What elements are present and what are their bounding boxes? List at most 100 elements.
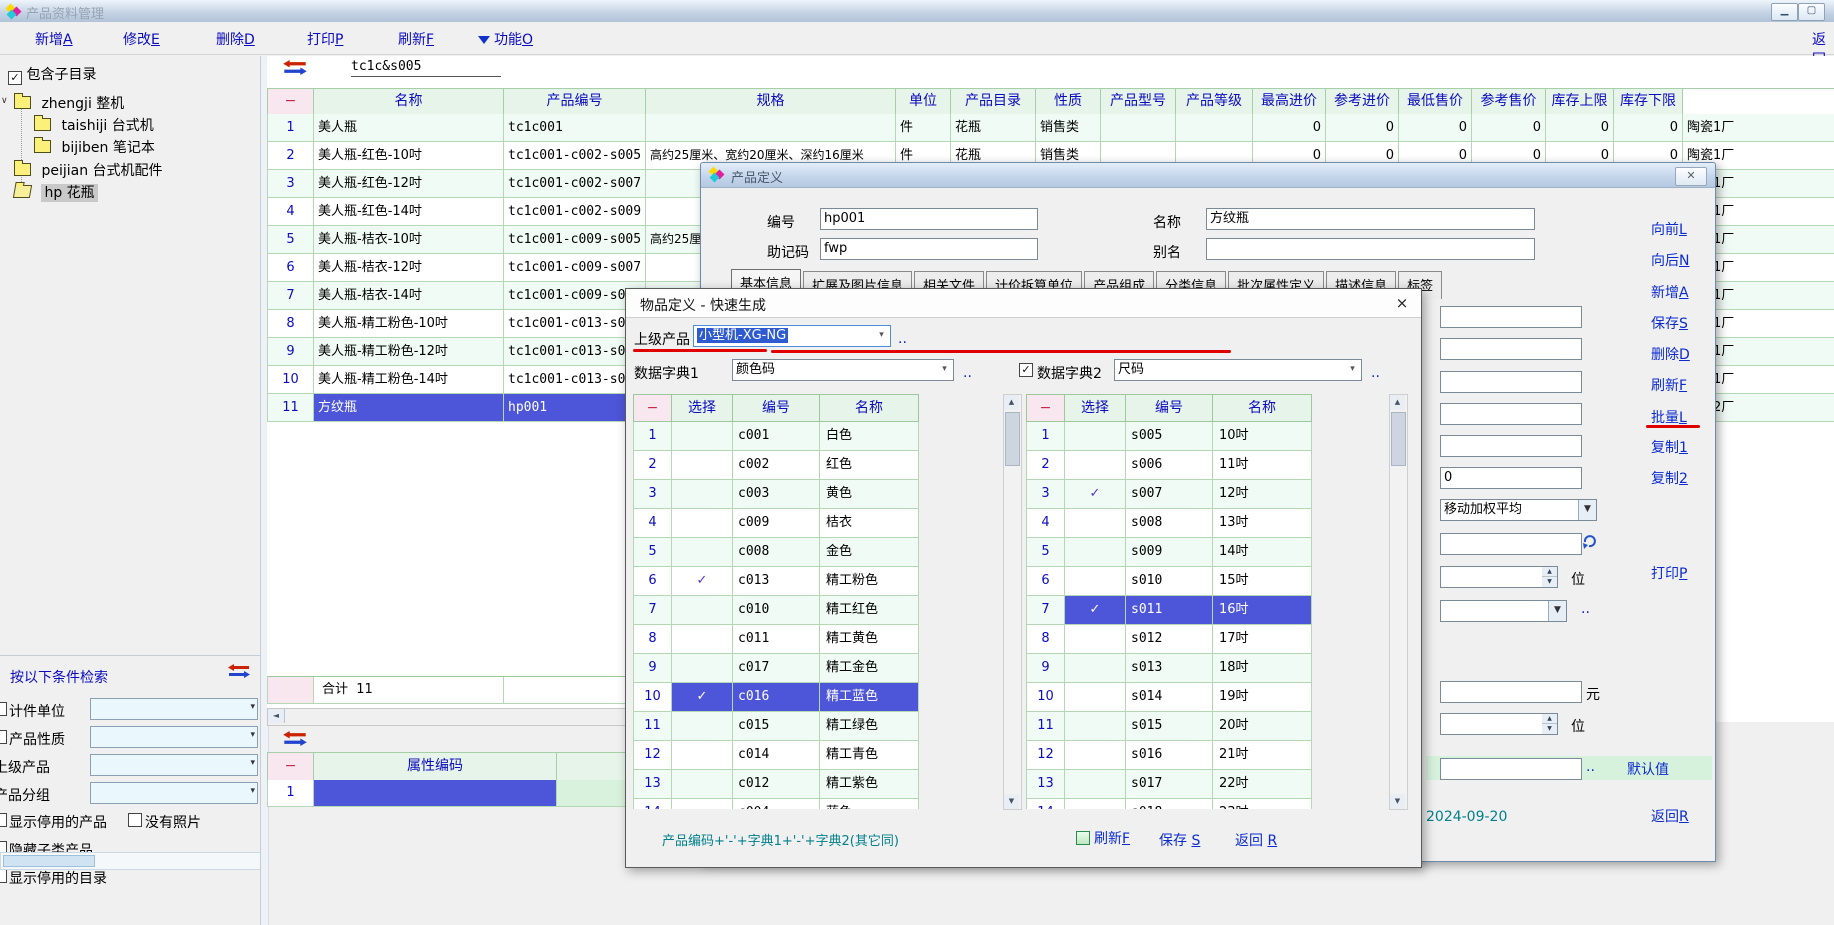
scroll-left-button[interactable]: ◄ [268,709,285,723]
name-input[interactable]: 方纹瓶 [1206,208,1535,230]
more-link[interactable]: .. [1586,759,1595,775]
select-checkbox-cell[interactable] [1065,451,1126,480]
column-header[interactable]: 单位 [896,89,951,115]
copy1-button[interactable]: 复制1 [1651,437,1688,457]
scroll-thumb[interactable] [3,855,95,867]
select-checkbox-cell[interactable] [672,741,733,770]
dict1-select[interactable]: 颜色码 ▾ [732,359,954,381]
select-checkbox-cell[interactable] [1065,538,1126,567]
search-swap-icon[interactable] [283,60,307,75]
select-checkbox-cell[interactable] [1065,567,1126,596]
code-input[interactable]: hp001 [820,208,1038,230]
dict2-more-link[interactable]: .. [1371,365,1380,381]
dialog-input[interactable] [1440,403,1582,425]
default-value-link[interactable]: 默认值 [1627,759,1669,779]
copy2-button[interactable]: 复制2 [1651,468,1688,488]
field-checkbox[interactable] [0,702,7,716]
tree-item-taishiji[interactable]: taishiji 台式机 [34,115,154,135]
popup-refresh-button[interactable]: 刷新F [1076,828,1130,848]
column-header[interactable]: 最高进价 [1253,89,1326,115]
include-subdirs-checkbox[interactable]: ✓ [8,71,22,85]
scroll-down-button[interactable]: ▼ [1390,794,1405,809]
dict2-checkbox[interactable]: ✓ [1019,363,1033,377]
column-header[interactable] [1683,89,1776,114]
select-checkbox-cell[interactable] [1065,625,1126,654]
select-checkbox-cell[interactable] [672,451,733,480]
dialog-select[interactable]: ▼ [1440,600,1567,622]
select-checkbox-cell[interactable] [672,625,733,654]
refresh-button[interactable]: 刷新F [1651,375,1687,395]
rotate-icon[interactable] [1582,534,1597,553]
expander-icon[interactable]: ∨ [1,96,8,106]
grid-column-header[interactable]: 编号 [733,395,820,422]
mnemonic-input[interactable]: fwp [820,238,1038,260]
select-checkbox-cell[interactable] [1065,770,1126,799]
select-checkbox-cell[interactable] [1065,799,1126,809]
column-header[interactable]: − [268,89,314,115]
parent-more-link[interactable]: .. [898,331,907,347]
dict2-select[interactable]: 尺码 ▾ [1114,359,1362,381]
dialog-input[interactable] [1440,533,1582,555]
spinner-control[interactable]: ▲▼ [1542,713,1558,735]
toolbar-item-edit[interactable]: 修改E [123,29,160,49]
size-grid-scrollbar[interactable]: ▲ ▼ [1389,394,1408,810]
select-checkbox-cell[interactable] [1065,683,1126,712]
select-checkbox-cell[interactable]: ✓ [1065,480,1126,509]
tree-item-hp[interactable]: hp 花瓶 [14,182,98,202]
attr-swap-icon[interactable] [283,731,307,746]
select-checkbox-cell[interactable] [1065,509,1126,538]
next-button[interactable]: 向后N [1651,250,1689,270]
toolbar-item-print[interactable]: 打印P [307,29,343,49]
dialog-input[interactable] [1440,371,1582,393]
select-checkbox-cell[interactable] [672,596,733,625]
select-checkbox-cell[interactable]: ✓ [672,683,733,712]
dialog-input[interactable] [1440,435,1582,457]
column-header[interactable]: 最低售价 [1399,89,1472,115]
dialog-close-button[interactable]: ✕ [1675,167,1707,186]
include-subdirs-row[interactable]: ✓ 包含子目录 [8,64,96,85]
select-checkbox-cell[interactable] [1065,422,1126,451]
select-checkbox-cell[interactable] [672,770,733,799]
column-header[interactable]: 属性编码 [314,753,557,781]
select-checkbox-cell[interactable] [672,480,733,509]
tree-item-bijiben[interactable]: bijiben 笔记本 [34,137,155,157]
dialog-input[interactable] [1440,306,1582,328]
chevron-down-icon[interactable]: ▾ [1344,360,1361,380]
select-checkbox-cell[interactable] [1065,712,1126,741]
popup-save-button[interactable]: 保存 S [1159,830,1200,850]
select-checkbox-cell[interactable]: ✓ [672,567,733,596]
prev-button[interactable]: 向前L [1651,219,1687,239]
column-header[interactable]: 产品编号 [504,89,646,115]
toolbar-item-add[interactable]: 新增A [35,29,73,49]
select-checkbox-cell[interactable] [672,509,733,538]
unit-filter-select[interactable]: ▾ [90,698,258,720]
attr-code-cell-selected[interactable] [314,780,557,807]
chevron-down-icon[interactable]: ▼ [1578,500,1596,520]
filter-swap-icon[interactable] [228,664,250,678]
column-header[interactable]: − [268,753,314,781]
column-header[interactable]: 名称 [314,89,504,115]
chevron-down-icon[interactable]: ▼ [1548,601,1566,621]
spinner-control[interactable]: ▲▼ [1542,566,1558,588]
scroll-up-button[interactable]: ▲ [1004,395,1019,410]
dialog-input[interactable] [1440,758,1582,780]
popup-close-button[interactable]: × [1393,294,1411,312]
show-disabled-dirs-checkbox[interactable] [0,869,7,883]
tree-item-peijian[interactable]: peijian 台式机配件 [14,160,163,180]
scroll-thumb[interactable] [1005,412,1020,466]
dict1-more-link[interactable]: .. [963,365,972,381]
delete-button[interactable]: 删除D [1651,344,1690,364]
column-header[interactable]: 规格 [646,89,896,115]
avg-method-select[interactable]: 移动加权平均▼ [1440,499,1597,521]
column-header[interactable]: 库存上限 [1546,89,1614,115]
popup-return-button[interactable]: 返回 R [1235,830,1277,850]
grid-column-header[interactable]: − [634,395,672,422]
scroll-down-button[interactable]: ▼ [1004,794,1019,809]
column-header[interactable]: 参考进价 [1326,89,1399,115]
show-disabled-products-checkbox[interactable] [0,813,7,827]
select-checkbox-cell[interactable]: ✓ [1065,596,1126,625]
product-search-input[interactable] [351,57,501,77]
select-checkbox-cell[interactable] [672,422,733,451]
tree-item-zhengji[interactable]: ∨ zhengji 整机 [14,93,124,113]
parent-filter-select[interactable]: ▾ [90,754,258,776]
